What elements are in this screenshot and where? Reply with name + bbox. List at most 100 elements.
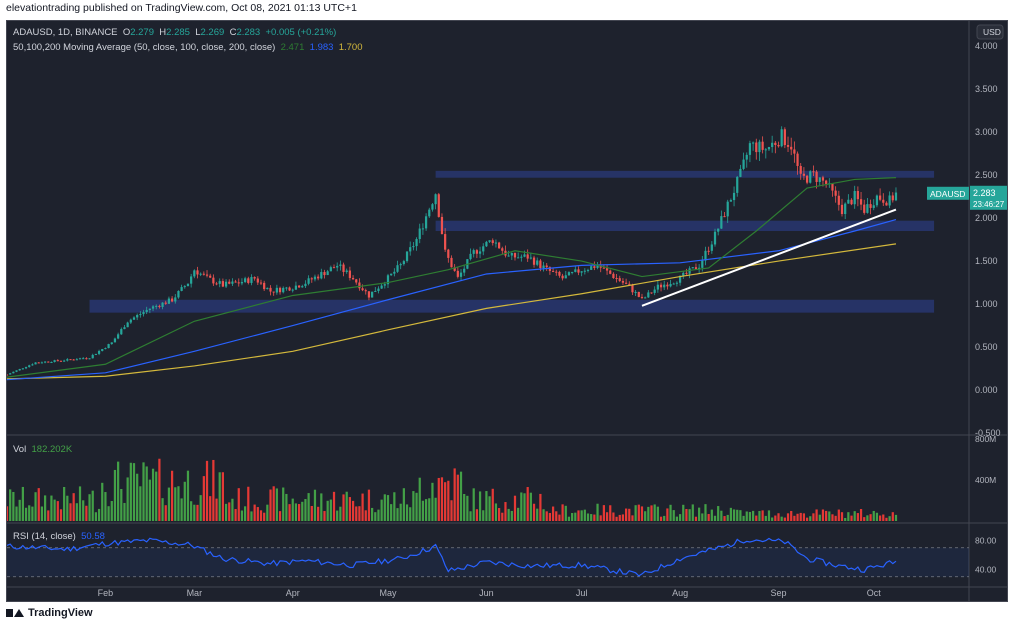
volume-bar [805, 517, 809, 521]
volume-bar [628, 508, 631, 521]
volume-bar [212, 459, 215, 521]
candle-body [380, 285, 383, 289]
ma200-value: 1.700 [338, 42, 363, 53]
candle-body [653, 289, 656, 293]
candle-body [275, 287, 278, 293]
candle-body [78, 358, 82, 360]
candle-body [196, 270, 199, 275]
volume-bar [751, 510, 755, 521]
volume-bar [450, 500, 453, 521]
candle-body [132, 317, 136, 320]
volume-bar [361, 493, 364, 521]
candle-body [263, 282, 266, 290]
candle-body [155, 305, 158, 307]
volume-bar [520, 492, 523, 521]
volume-bar [320, 493, 323, 521]
candle-body [758, 141, 761, 153]
candle-body [659, 284, 663, 288]
volume-bar [526, 487, 529, 521]
volume-bar [669, 504, 672, 521]
candle-body [672, 283, 675, 285]
candle-body [529, 257, 532, 259]
candle-body [113, 338, 117, 343]
volume-bar [834, 515, 837, 521]
candle-body [818, 177, 821, 182]
volume-bar [571, 513, 574, 521]
volume-bar [285, 493, 288, 521]
volume-bar [793, 515, 796, 521]
chart-canvas[interactable]: 4.000 3.500 3.000 2.500 2.000 1.500 1.000 0.500… [7, 21, 1007, 601]
volume-bar [745, 511, 748, 521]
volume-bar [104, 492, 107, 521]
volume-bar [729, 507, 732, 521]
currency-button-label: USD [983, 27, 1001, 37]
volume-bar [701, 513, 704, 521]
volume-bar [853, 511, 856, 521]
volume-bar [888, 516, 891, 521]
volume-bar [431, 482, 434, 521]
candle-body [612, 273, 615, 279]
time-tick-label: Apr [286, 588, 300, 598]
volume-bar [228, 502, 231, 521]
candle-body [796, 153, 799, 166]
volume-bar [736, 509, 739, 521]
candle-body [634, 291, 637, 293]
candle-body [834, 190, 837, 196]
volume-bar [63, 486, 66, 521]
price-badge-countdown: 23:46:27 [973, 200, 1005, 209]
candle-body [31, 364, 34, 366]
candle-body [790, 146, 793, 150]
volume-bar [43, 495, 47, 521]
volume-bar [615, 516, 618, 521]
published-header: elevationtrading published on TradingVie… [6, 2, 357, 14]
volume-bar [761, 510, 764, 521]
volume-bar [596, 503, 599, 521]
candle-body [7, 374, 9, 376]
volume-bar [758, 511, 761, 521]
chart-frame[interactable]: 4.000 3.500 3.000 2.500 2.000 1.500 1.000 0.500… [6, 20, 1008, 602]
support-resistance-zone [89, 299, 935, 313]
candle-body [809, 171, 812, 183]
candle-body [110, 342, 113, 345]
ma-legend: 50,100,200 Moving Average (50, close, 10… [13, 42, 363, 53]
candle-body [894, 192, 898, 201]
footer-brand[interactable]: TradingView [6, 607, 93, 619]
volume-bar [555, 511, 558, 521]
volume-bar [221, 472, 225, 521]
volume-bar [40, 506, 44, 521]
volume-bar [656, 506, 659, 521]
volume-bar [882, 514, 885, 521]
volume-bar [205, 460, 209, 521]
volume-bar [31, 506, 34, 521]
candle-body [605, 268, 609, 271]
volume-bar [863, 517, 866, 521]
volume-bar [536, 508, 539, 521]
symbol-legend: ADAUSD, 1D, BINANCE O2.279 H2.285 L2.269… [13, 27, 336, 38]
candle-body [301, 286, 304, 288]
candle-body [218, 281, 221, 284]
candle-body [94, 353, 98, 355]
volume-bar [348, 497, 352, 521]
candle-body [120, 329, 123, 335]
candle-body [136, 315, 139, 318]
volume-bar [593, 514, 596, 521]
volume-bar [59, 509, 63, 521]
candle-body [342, 264, 345, 272]
rsi-value: 50.58 [81, 531, 105, 542]
candle-body [853, 190, 856, 205]
price-tick-label: 3.000 [975, 127, 998, 137]
volume-bar [9, 489, 12, 521]
candle-body [75, 359, 78, 361]
candle-body [631, 284, 634, 293]
time-tick-label: Jun [479, 588, 494, 598]
price-tick-label: 3.500 [975, 84, 998, 94]
volume-bar [123, 502, 126, 521]
volume-bar [234, 509, 237, 521]
volume-bar [739, 510, 742, 521]
candle-body [15, 370, 18, 372]
volume-bar [164, 505, 167, 521]
candle-body [491, 240, 494, 244]
candle-body [793, 149, 796, 154]
volume-bar [580, 510, 583, 521]
symbol-label: ADAUSD, 1D, BINANCE [13, 27, 118, 38]
